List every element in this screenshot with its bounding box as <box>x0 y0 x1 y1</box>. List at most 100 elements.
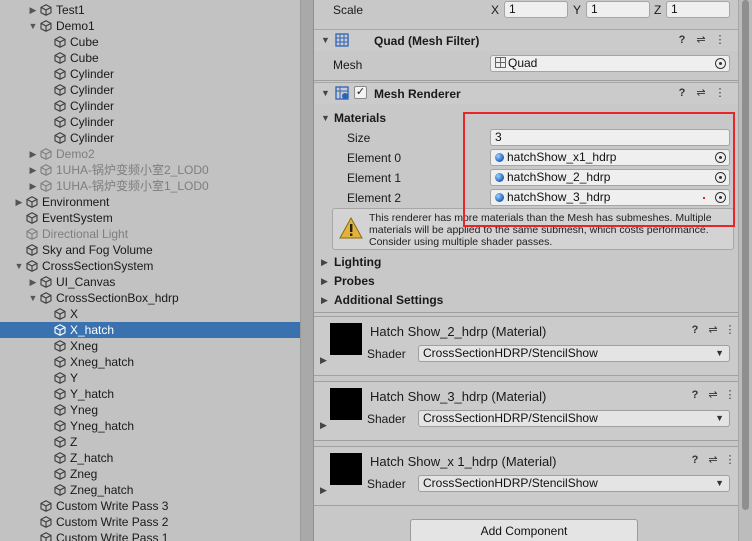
mesh-filter-icon <box>335 33 349 47</box>
mesh-filter-header[interactable]: ▼ Quad (Mesh Filter) ? ⇌ ⋮ <box>314 29 738 51</box>
hierarchy-item[interactable]: ▶ Test1 <box>0 2 300 18</box>
hierarchy-item[interactable]: ▶ UI_Canvas <box>0 274 300 290</box>
additional-settings-section[interactable]: Additional Settings <box>334 293 443 307</box>
material-block-1[interactable]: ▶ Hatch Show_2_hdrp (Material) Shader Cr… <box>314 316 738 376</box>
inspector-scrollbar[interactable] <box>738 0 752 541</box>
hierarchy-item[interactable]: Yneg <box>0 402 300 418</box>
preset-icon[interactable]: ⇌ <box>707 454 719 466</box>
scale-y-field[interactable]: 1 <box>586 1 650 18</box>
preset-icon[interactable]: ⇌ <box>695 34 707 46</box>
hierarchy-item[interactable]: Cylinder <box>0 114 300 130</box>
gameobject-cube-icon <box>54 84 66 96</box>
mesh-object-field[interactable]: Quad <box>490 55 730 72</box>
expanded-arrow-icon[interactable]: ▼ <box>28 18 38 34</box>
hierarchy-item-label: Zneg <box>70 467 98 481</box>
collapsed-arrow-icon[interactable]: ▶ <box>28 2 38 18</box>
shader-dropdown[interactable]: CrossSectionHDRP/StencilShow ▼ <box>418 475 730 492</box>
hierarchy-item[interactable]: ▼ CrossSectionBox_hdrp <box>0 290 300 306</box>
hierarchy-item-label: Cylinder <box>70 83 115 97</box>
hierarchy-item-label: Environment <box>42 195 110 209</box>
hierarchy-item[interactable]: Z_hatch <box>0 450 300 466</box>
expand-triangle-icon[interactable]: ▶ <box>320 355 327 366</box>
shader-dropdown[interactable]: CrossSectionHDRP/StencilShow ▼ <box>418 345 730 362</box>
lighting-section[interactable]: Lighting <box>334 255 381 269</box>
hierarchy-item[interactable]: Custom Write Pass 1 <box>0 530 300 541</box>
probes-section[interactable]: Probes <box>334 274 375 288</box>
hierarchy-item[interactable]: ▶ Demo2 <box>0 146 300 162</box>
hierarchy-item[interactable]: Cylinder <box>0 98 300 114</box>
hierarchy-item[interactable]: ▼ Demo1 <box>0 18 300 34</box>
materials-label[interactable]: Materials <box>334 111 386 125</box>
gameobject-cube-icon <box>40 500 52 512</box>
help-icon[interactable]: ? <box>676 87 688 99</box>
preset-icon[interactable]: ⇌ <box>707 324 719 336</box>
hierarchy-item[interactable]: Y <box>0 370 300 386</box>
hierarchy-item[interactable]: Custom Write Pass 2 <box>0 514 300 530</box>
hierarchy-item[interactable]: Sky and Fog Volume <box>0 242 300 258</box>
gameobject-cube-icon <box>54 340 66 352</box>
add-component-button[interactable]: Add Component <box>410 519 638 541</box>
hierarchy-item[interactable]: Cylinder <box>0 130 300 146</box>
mesh-renderer-header[interactable]: ▼ ✓ Mesh Renderer ? ⇌ ⋮ <box>314 82 738 104</box>
hierarchy-item[interactable]: Cube <box>0 34 300 50</box>
hierarchy-item[interactable]: ▶ 1UHA-锅炉变频小室1_LOD0 <box>0 178 300 194</box>
hierarchy-item[interactable]: Xneg <box>0 338 300 354</box>
hierarchy-panel[interactable]: ▶ Test1 ▼ Demo1 Cube Cube Cylinder Cylinder Cyli… <box>0 0 300 541</box>
hierarchy-item[interactable]: Cube <box>0 50 300 66</box>
mesh-renderer-title: Mesh Renderer <box>374 87 461 101</box>
hierarchy-item[interactable]: ▼ CrossSectionSystem <box>0 258 300 274</box>
preset-icon[interactable]: ⇌ <box>707 389 719 401</box>
hierarchy-item[interactable]: Directional Light <box>0 226 300 242</box>
expand-triangle-icon[interactable]: ▶ <box>320 420 327 431</box>
collapsed-arrow-icon[interactable]: ▶ <box>28 274 38 290</box>
help-icon[interactable]: ? <box>676 34 688 46</box>
scale-z-field[interactable]: 1 <box>666 1 730 18</box>
object-picker-icon[interactable] <box>715 58 726 69</box>
hierarchy-item[interactable]: X <box>0 306 300 322</box>
preset-icon[interactable]: ⇌ <box>695 87 707 99</box>
hierarchy-item[interactable]: Yneg_hatch <box>0 418 300 434</box>
hierarchy-item[interactable]: ▶ 1UHA-锅炉变频小室2_LOD0 <box>0 162 300 178</box>
hierarchy-item[interactable]: ▶ Environment <box>0 194 300 210</box>
help-icon[interactable]: ? <box>689 389 701 401</box>
material-block-2[interactable]: ▶ Hatch Show_3_hdrp (Material) Shader Cr… <box>314 381 738 441</box>
lighting-fold-icon[interactable]: ▶ <box>321 257 328 268</box>
collapsed-arrow-icon[interactable]: ▶ <box>28 146 38 162</box>
hierarchy-item[interactable]: Custom Write Pass 3 <box>0 498 300 514</box>
probes-fold-icon[interactable]: ▶ <box>321 276 328 287</box>
help-icon[interactable]: ? <box>689 454 701 466</box>
context-menu-icon[interactable]: ⋮ <box>724 389 736 401</box>
additional-settings-fold-icon[interactable]: ▶ <box>321 295 328 306</box>
scrollbar-thumb[interactable] <box>742 0 749 510</box>
hierarchy-item[interactable]: Z <box>0 434 300 450</box>
hierarchy-item[interactable]: Zneg <box>0 466 300 482</box>
material-block-3[interactable]: ▶ Hatch Show_x 1_hdrp (Material) Shader … <box>314 446 738 506</box>
collapse-triangle-icon[interactable]: ▼ <box>321 35 330 45</box>
expanded-arrow-icon[interactable]: ▼ <box>28 290 38 306</box>
shader-dropdown[interactable]: CrossSectionHDRP/StencilShow ▼ <box>418 410 730 427</box>
highlight-annotation-box <box>463 112 735 227</box>
collapsed-arrow-icon[interactable]: ▶ <box>28 178 38 194</box>
collapsed-arrow-icon[interactable]: ▶ <box>28 162 38 178</box>
hierarchy-item[interactable]: Y_hatch <box>0 386 300 402</box>
expanded-arrow-icon[interactable]: ▼ <box>14 258 24 274</box>
hierarchy-item[interactable]: EventSystem <box>0 210 300 226</box>
hierarchy-item[interactable]: Zneg_hatch <box>0 482 300 498</box>
materials-fold-icon[interactable]: ▼ <box>321 113 330 123</box>
context-menu-icon[interactable]: ⋮ <box>724 454 736 466</box>
context-menu-icon[interactable]: ⋮ <box>714 34 726 46</box>
expand-triangle-icon[interactable]: ▶ <box>320 485 327 496</box>
context-menu-icon[interactable]: ⋮ <box>714 87 726 99</box>
hierarchy-item[interactable]: X_hatch <box>0 322 300 338</box>
enabled-checkbox[interactable]: ✓ <box>354 86 367 99</box>
hierarchy-item[interactable]: Cylinder <box>0 82 300 98</box>
collapse-triangle-icon[interactable]: ▼ <box>321 88 330 98</box>
scale-x-label: X <box>491 3 500 17</box>
help-icon[interactable]: ? <box>689 324 701 336</box>
collapsed-arrow-icon[interactable]: ▶ <box>14 194 24 210</box>
hierarchy-item[interactable]: Cylinder <box>0 66 300 82</box>
panel-splitter[interactable] <box>300 0 314 541</box>
context-menu-icon[interactable]: ⋮ <box>724 324 736 336</box>
hierarchy-item[interactable]: Xneg_hatch <box>0 354 300 370</box>
scale-x-field[interactable]: 1 <box>504 1 568 18</box>
